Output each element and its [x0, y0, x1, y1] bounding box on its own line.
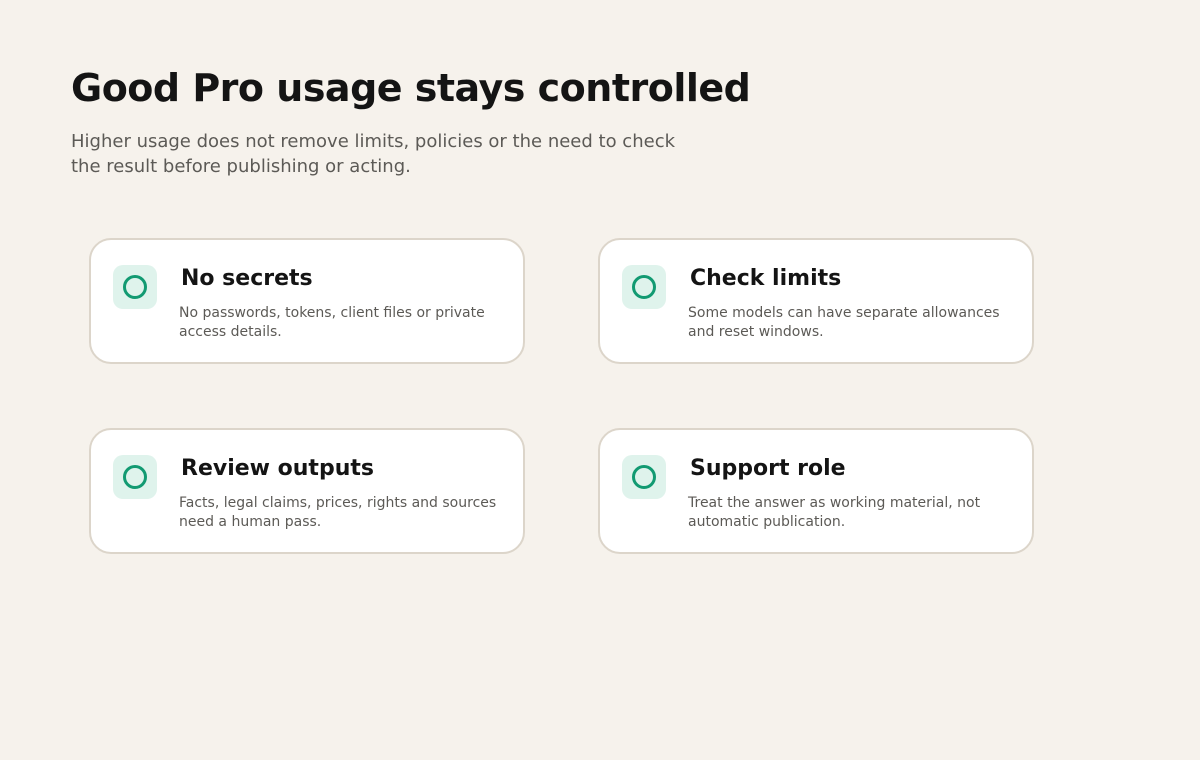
card-review-outputs: Review outputs Facts, legal claims, pric… [89, 428, 525, 554]
card-text: Facts, legal claims, prices, rights and … [179, 495, 497, 530]
circle-icon [113, 265, 157, 309]
card-text: Treat the answer as working material, no… [688, 495, 981, 530]
card-text: No passwords, tokens, client files or pr… [179, 305, 485, 340]
card-check-limits: Check limits Some models can have separa… [598, 238, 1034, 364]
card-title: No secrets [181, 266, 313, 291]
circle-icon [622, 455, 666, 499]
card-title: Review outputs [181, 456, 374, 481]
card-title: Check limits [690, 266, 842, 291]
card-no-secrets: No secrets No passwords, tokens, client … [89, 238, 525, 364]
page-subtitle: Higher usage does not remove limits, pol… [71, 131, 676, 177]
card-title: Support role [690, 456, 846, 481]
circle-icon [113, 455, 157, 499]
circle-icon [622, 265, 666, 309]
card-support-role: Support role Treat the answer as working… [598, 428, 1034, 554]
page-title: Good Pro usage stays controlled [71, 66, 751, 110]
card-text: Some models can have separate allowances… [688, 305, 1000, 340]
